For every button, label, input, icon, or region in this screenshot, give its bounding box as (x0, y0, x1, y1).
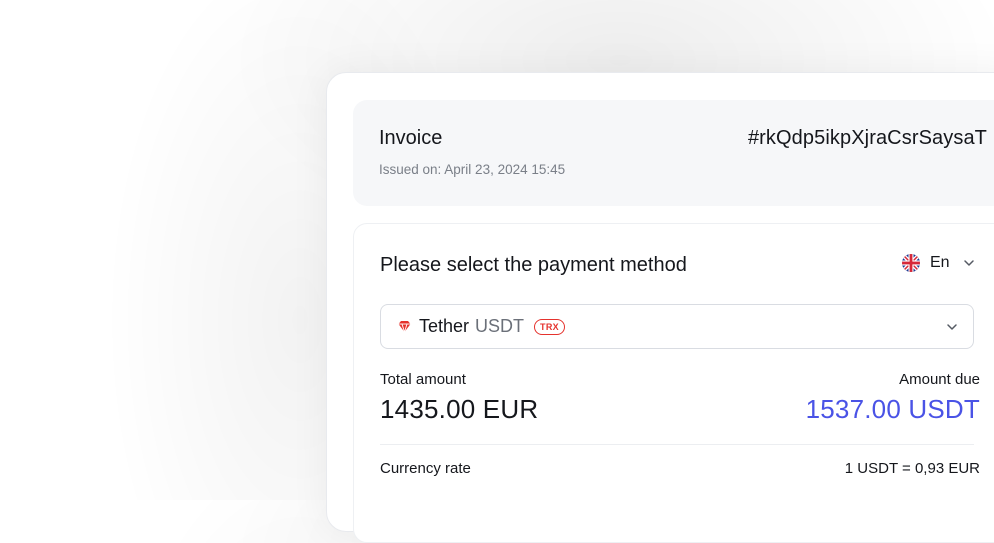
invoice-card: Invoice #rkQdp5ikpXjraCsrSaysaT Issued o… (326, 72, 994, 543)
currency-rate-value: 1 USDT = 0,93 EUR (844, 460, 980, 477)
issued-date: Issued on: April 23, 2024 15:45 (379, 162, 566, 177)
language-selector[interactable]: En (902, 254, 976, 272)
divider (380, 444, 974, 445)
chevron-down-icon (945, 320, 959, 334)
invoice-header: Invoice #rkQdp5ikpXjraCsrSaysaT Issued o… (353, 100, 994, 206)
payment-method-select[interactable]: Tether USDT TRX (380, 304, 974, 349)
amount-due-label: Amount due (899, 371, 980, 388)
chevron-down-icon (962, 256, 976, 270)
amount-due-value: 1537.00 USDT (805, 394, 980, 424)
payment-method-title: Please select the payment method (380, 254, 687, 276)
language-label: En (930, 254, 950, 271)
coin-code: USDT (475, 316, 525, 336)
total-amount-label: Total amount (380, 371, 466, 388)
tether-gem-icon (397, 319, 412, 334)
uk-flag-icon (902, 254, 920, 272)
invoice-title: Invoice (379, 127, 443, 149)
invoice-id: #rkQdp5ikpXjraCsrSaysaT (747, 127, 987, 149)
coin-name: Tether (419, 316, 470, 336)
total-amount-value: 1435.00 EUR (380, 394, 539, 424)
currency-rate-label: Currency rate (380, 460, 471, 477)
network-badge: TRX (534, 318, 565, 335)
payment-method-panel: Please select the payment method En Teth… (353, 223, 994, 543)
